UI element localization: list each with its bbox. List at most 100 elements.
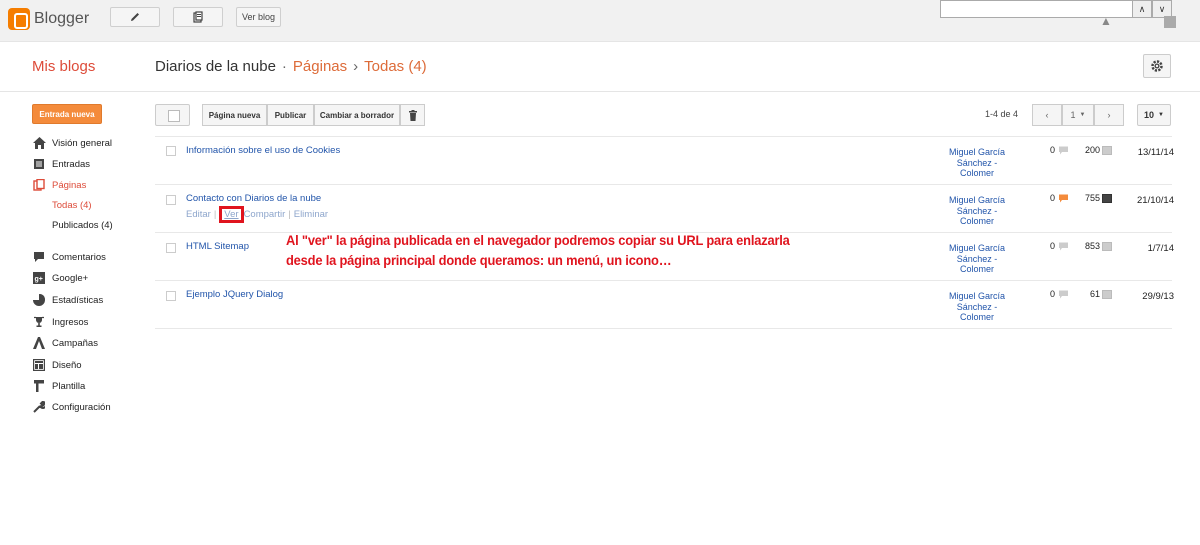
sidebar-item-campaigns[interactable]: Campañas	[32, 336, 98, 350]
settings-button[interactable]	[1143, 54, 1171, 78]
gear-icon	[1151, 60, 1163, 72]
view-blog-button[interactable]: Ver blog	[236, 7, 281, 27]
logo-text: Blogger	[34, 10, 90, 27]
author-link[interactable]: Miguel García Sánchez - Colomer	[940, 195, 1014, 227]
avatar[interactable]	[1164, 16, 1176, 28]
comment-bubble-icon	[1059, 242, 1069, 250]
breadcrumb-all[interactable]: Todas (4)	[364, 58, 427, 75]
annotation-line-2: desde la página principal donde queramos…	[286, 252, 672, 268]
chevron-left-icon: ‹	[1045, 110, 1049, 120]
chevron-down-icon: ∨	[1158, 3, 1166, 14]
breadcrumb-pages[interactable]: Páginas	[293, 58, 347, 75]
share-link[interactable]: Compartir	[244, 209, 286, 220]
next-page-button[interactable]: ›	[1094, 104, 1124, 126]
comment-count-value: 0	[1050, 289, 1056, 299]
page-number: 1	[1070, 110, 1076, 120]
google-plus-icon: g+	[32, 271, 46, 285]
comment-bubble-icon	[1059, 290, 1069, 298]
image-icon	[1102, 194, 1112, 203]
page-date: 13/11/14	[1137, 147, 1174, 158]
template-icon	[32, 379, 46, 393]
page-date: 29/9/13	[1142, 291, 1174, 302]
view-count: 200	[1084, 145, 1100, 155]
revert-to-draft-button[interactable]: Cambiar a borrador	[314, 104, 400, 126]
page-title-link[interactable]: Contacto con Diarios de la nube	[186, 193, 321, 204]
page-title-link[interactable]: Ejemplo JQuery Dialog	[186, 289, 283, 300]
search-up-button[interactable]: ∧	[1132, 0, 1152, 18]
comment-count-value: 0	[1050, 241, 1056, 251]
posts-list-button[interactable]	[173, 7, 223, 27]
previous-page-button[interactable]: ‹	[1032, 104, 1062, 126]
author-link[interactable]: Miguel García Sánchez - Colomer	[940, 291, 1014, 323]
per-page-value: 10	[1144, 110, 1155, 120]
delete-button[interactable]	[400, 104, 425, 126]
top-bar: Blogger Ver blog ∧ ∨ ▲	[0, 0, 1200, 42]
sidebar-item-label: Google+	[52, 272, 89, 284]
comment-count-value: 0	[1050, 193, 1056, 203]
page-select[interactable]: 1 ▼	[1062, 104, 1094, 126]
comment-bubble-icon	[1059, 146, 1069, 154]
row-checkbox[interactable]	[166, 243, 176, 253]
view-count: 755	[1084, 193, 1100, 203]
comment-count[interactable]: 0	[1050, 193, 1069, 203]
view-link[interactable]: Ver	[219, 206, 244, 223]
comment-count[interactable]: 0	[1050, 289, 1069, 299]
author-link[interactable]: Miguel García Sánchez - Colomer	[940, 243, 1014, 275]
edit-link[interactable]: Editar	[186, 209, 211, 220]
sidebar-item-label: Campañas	[52, 337, 98, 349]
my-blogs-link[interactable]: Mis blogs	[32, 58, 95, 75]
page-title-link[interactable]: HTML Sitemap	[186, 241, 249, 252]
breadcrumb-blog[interactable]: Diarios de la nube	[155, 58, 276, 75]
sidebar-item-label: Ingresos	[52, 316, 89, 328]
row-divider	[155, 328, 1172, 329]
sidebar-item-settings[interactable]: Configuración	[32, 400, 111, 414]
chevron-down-icon: ▼	[1158, 112, 1164, 118]
publish-button[interactable]: Publicar	[267, 104, 314, 126]
breadcrumb-separator: ·	[281, 58, 287, 75]
new-post-button[interactable]: Entrada nueva	[32, 104, 102, 124]
new-page-button[interactable]: Página nueva	[202, 104, 267, 126]
notifications-icon[interactable]: ▲	[1100, 14, 1112, 28]
per-page-select[interactable]: 10 ▼	[1137, 104, 1171, 126]
sidebar-item-stats[interactable]: Estadísticas	[32, 293, 103, 307]
sidebar-item-earnings[interactable]: Ingresos	[32, 315, 88, 329]
sidebar-item-google-plus[interactable]: g+ Google+	[32, 271, 88, 285]
sidebar-item-overview[interactable]: Visión general	[32, 136, 112, 150]
sidebar-item-label: Configuración	[52, 401, 111, 413]
image-icon	[1102, 146, 1112, 155]
wrench-icon	[32, 400, 46, 414]
sidebar-item-comments[interactable]: Comentarios	[32, 250, 106, 264]
chevron-up-icon: ∧	[1138, 3, 1146, 14]
sidebar-item-label: Estadísticas	[52, 294, 104, 306]
sidebar-item-label: Páginas	[52, 179, 87, 191]
comment-count[interactable]: 0	[1050, 145, 1069, 155]
select-all-checkbox[interactable]	[155, 104, 190, 126]
sidebar-item-layout[interactable]: Diseño	[32, 358, 82, 372]
row-divider	[155, 136, 1172, 137]
delete-link[interactable]: Eliminar	[294, 209, 328, 220]
image-icon	[1102, 242, 1112, 251]
row-checkbox[interactable]	[166, 146, 176, 156]
campaigns-icon	[32, 336, 46, 350]
pencil-icon	[131, 13, 139, 21]
sidebar-item-template[interactable]: Plantilla	[32, 379, 85, 393]
blogger-logo[interactable]: Blogger	[8, 8, 89, 30]
sidebar-sub-published[interactable]: Publicados (4)	[52, 220, 113, 231]
page-title-link[interactable]: Información sobre el uso de Cookies	[186, 145, 340, 156]
sidebar-item-pages[interactable]: Páginas	[32, 178, 86, 192]
pages-icon	[32, 178, 46, 192]
author-link[interactable]: Miguel García Sánchez - Colomer	[940, 147, 1014, 179]
row-actions: Editar | Ver Compartir | Eliminar	[186, 206, 328, 223]
sidebar-item-posts[interactable]: Entradas	[32, 157, 90, 171]
row-checkbox[interactable]	[166, 291, 176, 301]
header-divider	[0, 91, 1200, 92]
comment-count[interactable]: 0	[1050, 241, 1069, 251]
new-post-pencil-button[interactable]	[110, 7, 160, 27]
sidebar-item-label: Diseño	[52, 359, 82, 371]
action-separator: |	[288, 209, 291, 220]
chevron-down-icon: ▼	[1079, 112, 1086, 118]
trash-icon	[408, 109, 417, 121]
row-checkbox[interactable]	[166, 195, 176, 205]
annotation-text: Al "ver" la página publicada en el naveg…	[286, 230, 838, 270]
sidebar-sub-all[interactable]: Todas (4)	[52, 200, 92, 211]
